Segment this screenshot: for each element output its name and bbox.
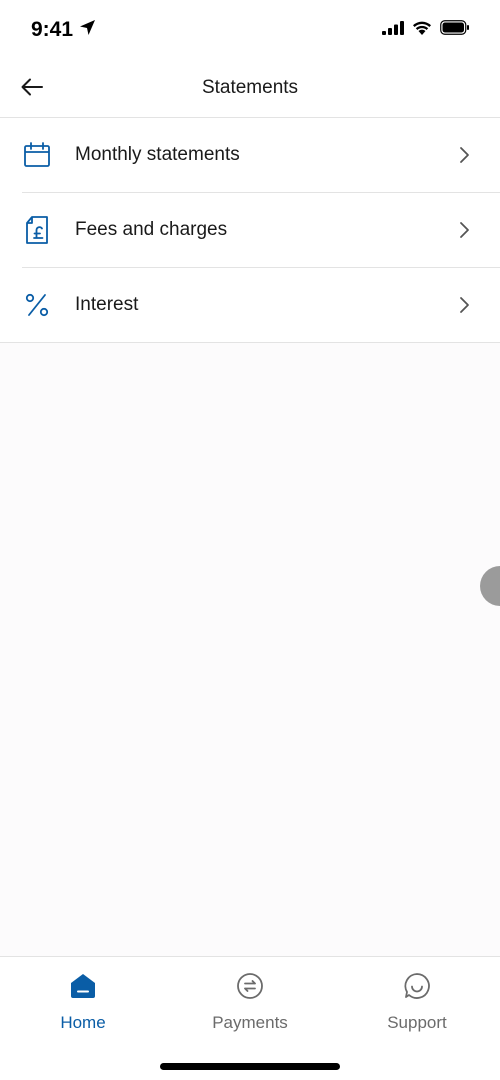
chevron-right-icon bbox=[458, 295, 472, 315]
battery-icon bbox=[440, 20, 470, 40]
menu-item-fees-and-charges[interactable]: Fees and charges bbox=[0, 193, 500, 268]
tab-label: Payments bbox=[212, 1013, 288, 1032]
chevron-right-icon bbox=[458, 145, 472, 165]
page-title: Statements bbox=[201, 77, 299, 98]
statements-menu: Monthly statements Fees and charges Inte… bbox=[0, 118, 500, 343]
wifi-icon bbox=[412, 20, 432, 40]
cellular-signal-icon bbox=[382, 20, 404, 40]
tab-payments[interactable]: Payments bbox=[167, 957, 333, 1047]
tab-label: Support bbox=[387, 1013, 447, 1032]
menu-item-interest[interactable]: Interest bbox=[0, 268, 500, 343]
assistive-touch-handle[interactable] bbox=[480, 566, 500, 606]
tab-bar: Home Payments Support bbox=[0, 956, 500, 1080]
nav-bar: Statements bbox=[0, 60, 500, 118]
location-arrow-icon bbox=[79, 18, 96, 42]
status-icons bbox=[382, 20, 470, 40]
chat-smile-icon bbox=[402, 971, 432, 1001]
home-icon bbox=[68, 971, 98, 1001]
status-bar: 9:41 bbox=[0, 0, 500, 60]
percent-icon bbox=[22, 290, 52, 320]
divider bbox=[0, 342, 500, 343]
menu-item-label: Monthly statements bbox=[75, 144, 240, 165]
tab-support[interactable]: Support bbox=[334, 957, 500, 1047]
chevron-right-icon bbox=[458, 220, 472, 240]
tab-home[interactable]: Home bbox=[0, 957, 166, 1047]
document-pound-icon bbox=[22, 215, 52, 245]
time-text: 9:41 bbox=[31, 18, 74, 41]
menu-item-monthly-statements[interactable]: Monthly statements bbox=[0, 118, 500, 193]
menu-item-label: Fees and charges bbox=[75, 219, 228, 240]
calendar-icon bbox=[22, 140, 52, 170]
tab-label: Home bbox=[60, 1013, 106, 1032]
home-indicator[interactable] bbox=[160, 1063, 340, 1070]
menu-item-label: Interest bbox=[75, 294, 139, 315]
status-time: 9:41 bbox=[31, 18, 96, 42]
transfer-arrows-icon bbox=[235, 971, 265, 1001]
